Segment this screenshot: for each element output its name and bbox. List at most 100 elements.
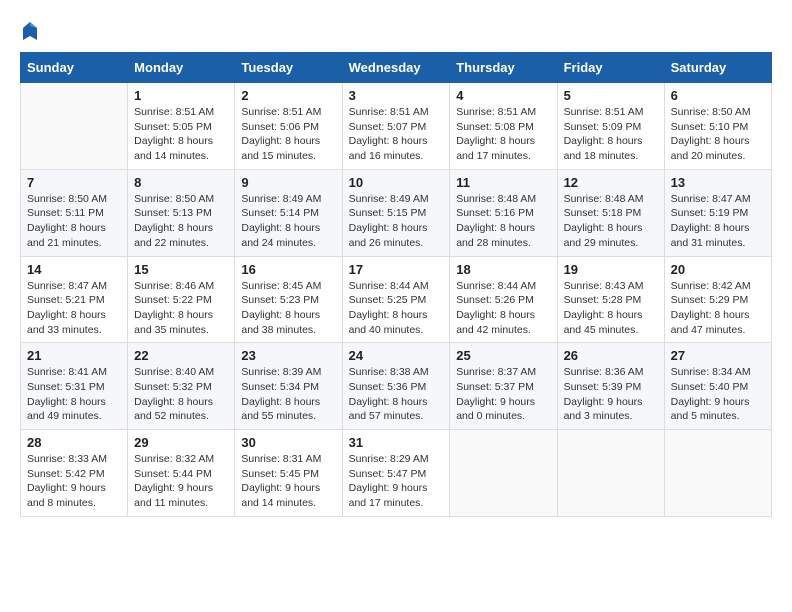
calendar-week-row: 1 Sunrise: 8:51 AMSunset: 5:05 PMDaylight… — [21, 83, 772, 170]
day-info: Sunrise: 8:32 AMSunset: 5:44 PMDaylight:… — [134, 452, 228, 511]
day-of-week-header: Friday — [557, 53, 664, 83]
calendar-cell: 1 Sunrise: 8:51 AMSunset: 5:05 PMDaylight… — [128, 83, 235, 170]
logo — [20, 20, 40, 42]
calendar-cell: 16 Sunrise: 8:45 AMSunset: 5:23 PMDayligh… — [235, 256, 342, 343]
day-number: 14 — [27, 262, 121, 277]
calendar-cell: 9 Sunrise: 8:49 AMSunset: 5:14 PMDaylight… — [235, 169, 342, 256]
calendar-week-row: 21 Sunrise: 8:41 AMSunset: 5:31 PMDayligh… — [21, 343, 772, 430]
day-info: Sunrise: 8:31 AMSunset: 5:45 PMDaylight:… — [241, 452, 335, 511]
calendar-cell: 29 Sunrise: 8:32 AMSunset: 5:44 PMDayligh… — [128, 430, 235, 517]
calendar-cell: 8Sunrise: 8:50 AMSunset: 5:13 PMDaylight… — [128, 169, 235, 256]
calendar-cell: 27Sunrise: 8:34 AMSunset: 5:40 PMDayligh… — [664, 343, 771, 430]
day-number: 1 — [134, 88, 228, 103]
day-of-week-header: Monday — [128, 53, 235, 83]
calendar-cell: 20Sunrise: 8:42 AMSunset: 5:29 PMDayligh… — [664, 256, 771, 343]
day-of-week-header: Sunday — [21, 53, 128, 83]
day-number: 11 — [456, 175, 550, 190]
day-number: 27 — [671, 348, 765, 363]
calendar-cell: 2Sunrise: 8:51 AMSunset: 5:06 PMDaylight… — [235, 83, 342, 170]
day-number: 4 — [456, 88, 550, 103]
day-info: Sunrise: 8:51 AMSunset: 5:08 PMDaylight:… — [456, 105, 550, 164]
day-number: 24 — [349, 348, 444, 363]
day-of-week-header: Tuesday — [235, 53, 342, 83]
day-info: Sunrise: 8:41 AMSunset: 5:31 PMDaylight:… — [27, 365, 121, 424]
calendar-cell — [557, 430, 664, 517]
day-info: Sunrise: 8:47 AMSunset: 5:21 PMDaylight:… — [27, 279, 121, 338]
calendar-cell — [21, 83, 128, 170]
calendar-table: SundayMondayTuesdayWednesdayThursdayFrid… — [20, 52, 772, 517]
day-of-week-header: Saturday — [664, 53, 771, 83]
logo-icon — [21, 20, 39, 42]
calendar-cell: 21 Sunrise: 8:41 AMSunset: 5:31 PMDayligh… — [21, 343, 128, 430]
day-info: Sunrise: 8:40 AMSunset: 5:32 PMDaylight:… — [134, 365, 228, 424]
day-number: 6 — [671, 88, 765, 103]
day-number: 21 — [27, 348, 121, 363]
day-info: Sunrise: 8:39 AMSunset: 5:34 PMDaylight:… — [241, 365, 335, 424]
day-number: 9 — [241, 175, 335, 190]
day-number: 26 — [564, 348, 658, 363]
day-info: Sunrise: 8:51 AMSunset: 5:06 PMDaylight:… — [241, 105, 335, 164]
calendar-week-row: 28 Sunrise: 8:33 AMSunset: 5:42 PMDayligh… — [21, 430, 772, 517]
calendar-cell: 25Sunrise: 8:37 AMSunset: 5:37 PMDayligh… — [450, 343, 557, 430]
calendar-week-row: 7Sunrise: 8:50 AMSunset: 5:11 PMDaylight… — [21, 169, 772, 256]
calendar-cell: 31 Sunrise: 8:29 AMSunset: 5:47 PMDayligh… — [342, 430, 450, 517]
day-number: 5 — [564, 88, 658, 103]
calendar-cell — [664, 430, 771, 517]
day-number: 22 — [134, 348, 228, 363]
day-info: Sunrise: 8:48 AMSunset: 5:18 PMDaylight:… — [564, 192, 658, 251]
calendar-cell: 6Sunrise: 8:50 AMSunset: 5:10 PMDaylight… — [664, 83, 771, 170]
day-number: 28 — [27, 435, 121, 450]
day-info: Sunrise: 8:44 AMSunset: 5:25 PMDaylight:… — [349, 279, 444, 338]
calendar-cell: 13Sunrise: 8:47 AMSunset: 5:19 PMDayligh… — [664, 169, 771, 256]
calendar-cell: 4 Sunrise: 8:51 AMSunset: 5:08 PMDaylight… — [450, 83, 557, 170]
day-number: 30 — [241, 435, 335, 450]
calendar-cell: 7Sunrise: 8:50 AMSunset: 5:11 PMDaylight… — [21, 169, 128, 256]
calendar-cell: 17 Sunrise: 8:44 AMSunset: 5:25 PMDayligh… — [342, 256, 450, 343]
day-info: Sunrise: 8:48 AMSunset: 5:16 PMDaylight:… — [456, 192, 550, 251]
day-number: 3 — [349, 88, 444, 103]
day-number: 29 — [134, 435, 228, 450]
day-info: Sunrise: 8:46 AMSunset: 5:22 PMDaylight:… — [134, 279, 228, 338]
day-info: Sunrise: 8:29 AMSunset: 5:47 PMDaylight:… — [349, 452, 444, 511]
calendar-cell: 26Sunrise: 8:36 AMSunset: 5:39 PMDayligh… — [557, 343, 664, 430]
calendar-cell: 23 Sunrise: 8:39 AMSunset: 5:34 PMDayligh… — [235, 343, 342, 430]
calendar-cell: 10Sunrise: 8:49 AMSunset: 5:15 PMDayligh… — [342, 169, 450, 256]
calendar-cell: 19Sunrise: 8:43 AMSunset: 5:28 PMDayligh… — [557, 256, 664, 343]
day-info: Sunrise: 8:33 AMSunset: 5:42 PMDaylight:… — [27, 452, 121, 511]
day-info: Sunrise: 8:44 AMSunset: 5:26 PMDaylight:… — [456, 279, 550, 338]
day-of-week-header: Wednesday — [342, 53, 450, 83]
calendar-cell: 15 Sunrise: 8:46 AMSunset: 5:22 PMDayligh… — [128, 256, 235, 343]
day-number: 20 — [671, 262, 765, 277]
day-number: 15 — [134, 262, 228, 277]
calendar-cell: 24 Sunrise: 8:38 AMSunset: 5:36 PMDayligh… — [342, 343, 450, 430]
page-header — [20, 20, 772, 42]
calendar-cell: 30 Sunrise: 8:31 AMSunset: 5:45 PMDayligh… — [235, 430, 342, 517]
day-number: 25 — [456, 348, 550, 363]
calendar-cell: 3 Sunrise: 8:51 AMSunset: 5:07 PMDaylight… — [342, 83, 450, 170]
day-info: Sunrise: 8:49 AMSunset: 5:14 PMDaylight:… — [241, 192, 335, 251]
calendar-week-row: 14 Sunrise: 8:47 AMSunset: 5:21 PMDayligh… — [21, 256, 772, 343]
day-info: Sunrise: 8:51 AMSunset: 5:09 PMDaylight:… — [564, 105, 658, 164]
day-info: Sunrise: 8:49 AMSunset: 5:15 PMDaylight:… — [349, 192, 444, 251]
day-number: 16 — [241, 262, 335, 277]
day-number: 23 — [241, 348, 335, 363]
calendar-cell: 22 Sunrise: 8:40 AMSunset: 5:32 PMDayligh… — [128, 343, 235, 430]
day-info: Sunrise: 8:51 AMSunset: 5:05 PMDaylight:… — [134, 105, 228, 164]
calendar-cell: 28 Sunrise: 8:33 AMSunset: 5:42 PMDayligh… — [21, 430, 128, 517]
day-number: 18 — [456, 262, 550, 277]
day-number: 17 — [349, 262, 444, 277]
day-of-week-header: Thursday — [450, 53, 557, 83]
day-info: Sunrise: 8:43 AMSunset: 5:28 PMDaylight:… — [564, 279, 658, 338]
day-info: Sunrise: 8:50 AMSunset: 5:13 PMDaylight:… — [134, 192, 228, 251]
day-info: Sunrise: 8:45 AMSunset: 5:23 PMDaylight:… — [241, 279, 335, 338]
calendar-cell — [450, 430, 557, 517]
day-info: Sunrise: 8:51 AMSunset: 5:07 PMDaylight:… — [349, 105, 444, 164]
calendar-cell: 12 Sunrise: 8:48 AMSunset: 5:18 PMDayligh… — [557, 169, 664, 256]
calendar-cell: 18 Sunrise: 8:44 AMSunset: 5:26 PMDayligh… — [450, 256, 557, 343]
day-info: Sunrise: 8:38 AMSunset: 5:36 PMDaylight:… — [349, 365, 444, 424]
calendar-header-row: SundayMondayTuesdayWednesdayThursdayFrid… — [21, 53, 772, 83]
day-number: 13 — [671, 175, 765, 190]
day-number: 12 — [564, 175, 658, 190]
day-number: 31 — [349, 435, 444, 450]
day-number: 7 — [27, 175, 121, 190]
